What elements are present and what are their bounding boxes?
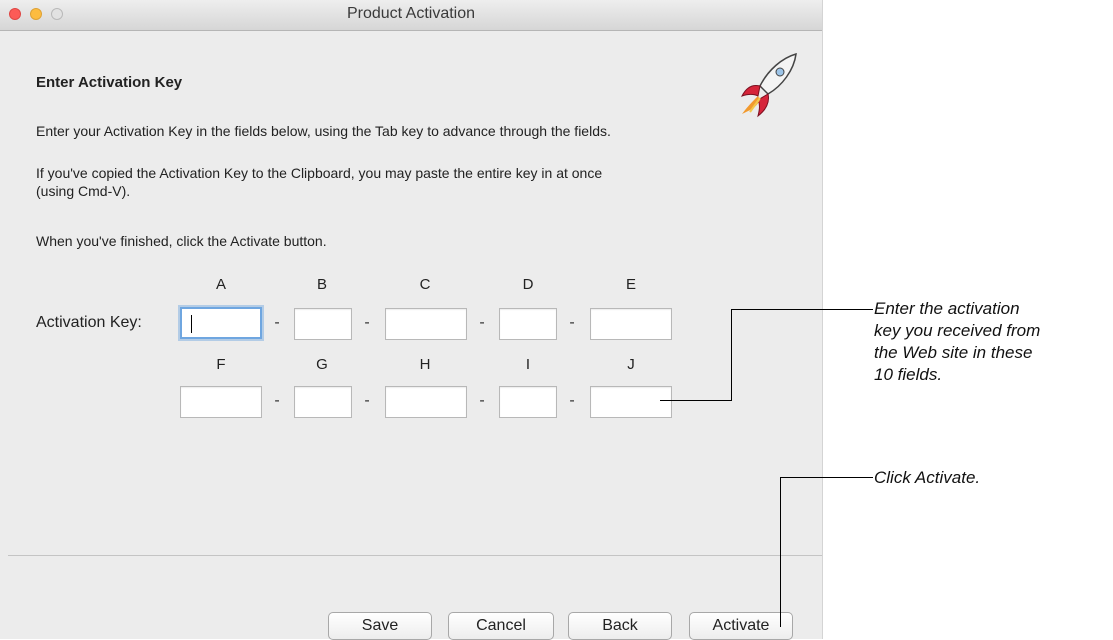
key-field-g[interactable] [294,386,352,418]
fields-callout-text: Enter the activation key you received fr… [874,298,1040,386]
key-separator: - [274,392,280,409]
column-label-g: G [316,356,328,373]
callout-line-text: the Web site in these [874,343,1033,362]
key-field-c[interactable] [385,308,467,340]
rocket-logo-icon [741,52,797,118]
activate-button[interactable]: Activate [689,612,793,640]
activation-key-label: Activation Key: [36,314,142,331]
button-bar-divider [8,555,822,556]
column-label-d: D [522,276,534,293]
save-button[interactable]: Save [328,612,432,640]
key-field-d[interactable] [499,308,557,340]
column-label-h: H [419,356,431,373]
instruction-text-3: When you've finished, click the Activate… [36,233,327,249]
back-button[interactable]: Back [568,612,672,640]
page-heading: Enter Activation Key [36,74,183,91]
activate-callout-text: Click Activate. [874,468,981,487]
key-separator: - [364,392,370,409]
window-title: Product Activation [346,5,476,22]
text-cursor [191,315,192,333]
callout-line-text: 10 fields. [874,365,943,384]
column-label-c: C [419,276,431,293]
callout-line-text: Enter the activation [874,299,1020,318]
key-separator: - [274,314,280,331]
key-field-i[interactable] [499,386,557,418]
titlebar: Product Activation [0,0,822,31]
key-field-e[interactable] [590,308,672,340]
instruction-text-1: Enter your Activation Key in the fields … [36,123,611,139]
key-field-a[interactable] [180,307,262,339]
key-separator: - [569,314,575,331]
instruction-text-2-line2: (using Cmd-V). [36,183,131,199]
key-field-f[interactable] [180,386,262,418]
key-separator: - [569,392,575,409]
column-label-a: A [215,276,226,293]
callout-line [660,400,732,401]
cancel-button[interactable]: Cancel [448,612,554,640]
callout-line [780,477,873,478]
column-label-i: I [525,356,531,373]
product-activation-window: Product Activation Enter Activation Key … [0,0,823,640]
key-separator: - [479,314,485,331]
key-field-j[interactable] [590,386,672,418]
column-label-e: E [625,276,636,293]
callout-line [731,309,732,401]
key-field-b[interactable] [294,308,352,340]
key-separator: - [479,392,485,409]
column-label-b: B [316,276,327,293]
callout-line [780,477,781,627]
key-separator: - [364,314,370,331]
instruction-text-2-line1: If you've copied the Activation Key to t… [36,165,603,181]
column-label-j: J [627,356,635,373]
key-field-h[interactable] [385,386,467,418]
callout-line [731,309,873,310]
callout-line-text: key you received from [874,321,1041,340]
column-label-f: F [216,356,226,373]
